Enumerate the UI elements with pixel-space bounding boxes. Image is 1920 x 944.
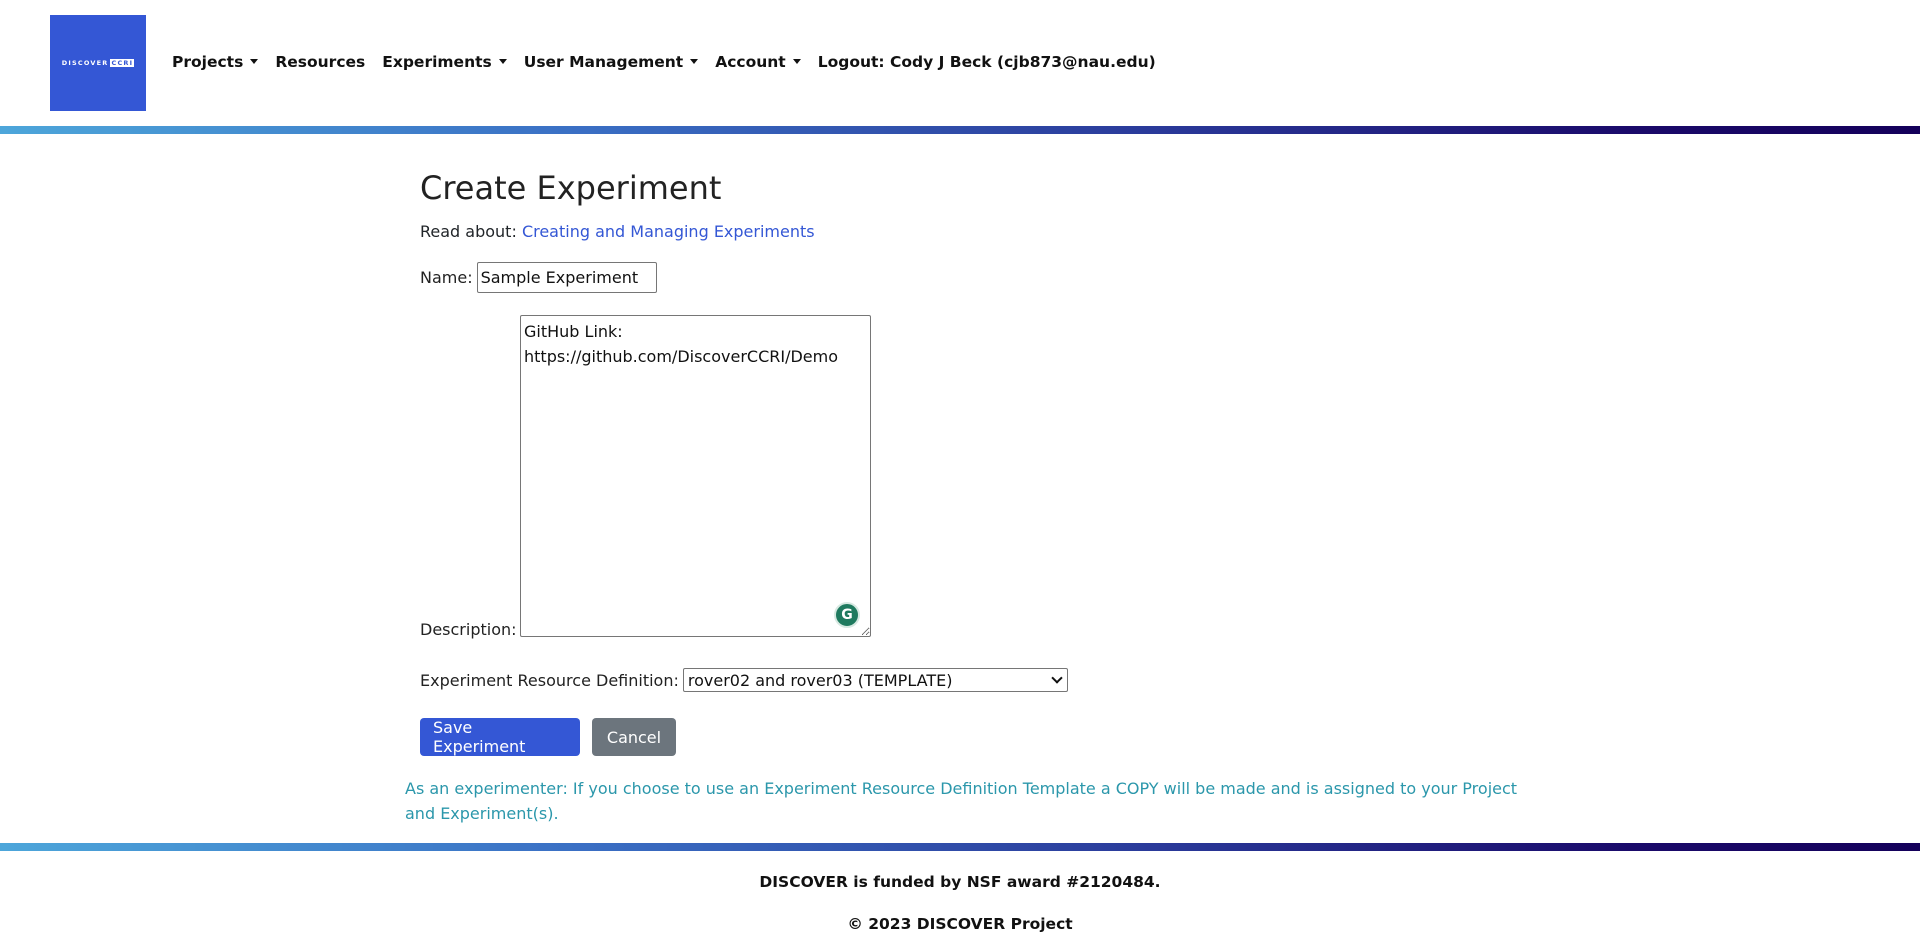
caret-down-icon [792, 59, 801, 64]
nav-experiments[interactable]: Experiments [382, 53, 507, 71]
form-actions: Save Experiment Cancel [420, 718, 676, 756]
header-divider [0, 126, 1920, 134]
main-nav: Projects Resources Experiments User Mana… [172, 50, 1173, 74]
erd-selected-value: rover02 and rover03 (TEMPLATE) [687, 670, 953, 690]
nav-resources[interactable]: Resources [275, 53, 365, 71]
logo-text: DISCOVER CCRI [61, 59, 135, 67]
footer-divider [0, 843, 1920, 851]
discover-logo[interactable]: DISCOVER CCRI [50, 15, 146, 111]
description-textarea[interactable]: GitHub Link: https://github.com/Discover… [520, 315, 871, 637]
description-label: Description: [420, 620, 517, 639]
copyright-text: © 2023 DISCOVER Project [847, 915, 1073, 933]
template-note: As an experimenter: If you choose to use… [405, 779, 1518, 823]
navbar: DISCOVER CCRI Projects Resources Experime… [0, 0, 1920, 126]
nav-projects[interactable]: Projects [172, 53, 259, 71]
save-experiment-button[interactable]: Save Experiment [420, 718, 580, 756]
caret-down-icon [690, 59, 699, 64]
caret-down-icon [498, 59, 507, 64]
erd-select[interactable]: rover02 and rover03 (TEMPLATE) [682, 668, 1068, 692]
page-title: Create Experiment [420, 169, 722, 207]
funding-text: DISCOVER is funded by NSF award #2120484… [759, 873, 1161, 891]
grammarly-icon[interactable]: G [834, 602, 860, 628]
nav-logout[interactable]: Logout: Cody J Beck (cjb873@nau.edu) [818, 53, 1156, 71]
nav-user-management[interactable]: User Management [524, 53, 699, 71]
read-about: Read about: Creating and Managing Experi… [420, 222, 815, 241]
cancel-button[interactable]: Cancel [592, 718, 676, 756]
erd-label: Experiment Resource Definition: [420, 670, 679, 690]
erd-row: Experiment Resource Definition: rover02 … [420, 668, 1068, 692]
chevron-down-icon [1051, 672, 1063, 684]
name-label: Name: [420, 268, 473, 287]
caret-down-icon [250, 59, 259, 64]
main-content: Create Experiment Read about: Creating a… [420, 150, 1520, 756]
nav-account[interactable]: Account [715, 53, 801, 71]
docs-link[interactable]: Creating and Managing Experiments [522, 222, 815, 241]
name-row: Name: [420, 262, 657, 293]
name-input[interactable] [476, 262, 657, 293]
